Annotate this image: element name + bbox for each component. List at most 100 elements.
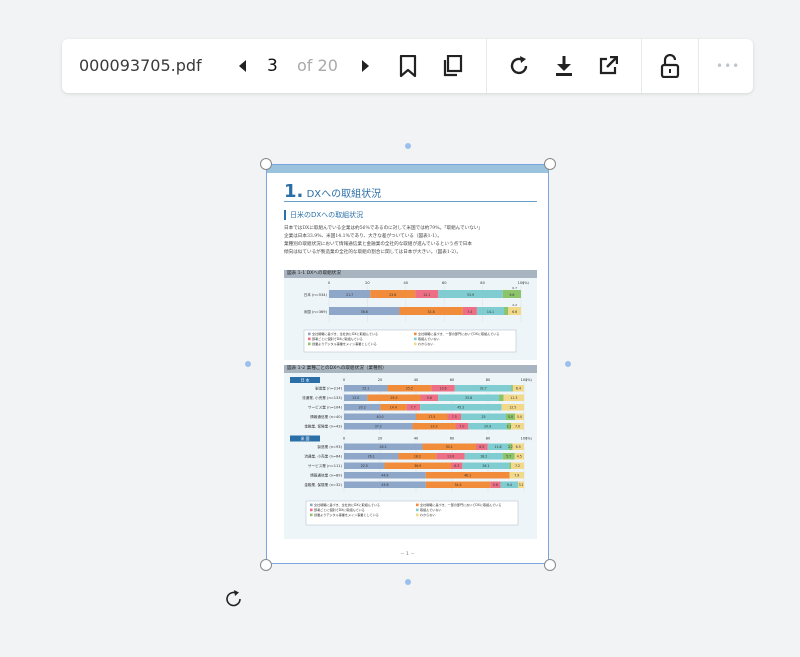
bar-value-label: 7.4	[467, 310, 472, 314]
tick-label: 60	[450, 437, 455, 441]
bar-segment	[511, 385, 513, 392]
bar-value-label: 7.9	[514, 474, 519, 478]
chevron-left-icon	[239, 60, 246, 72]
resize-handle-bottom-left[interactable]	[260, 559, 272, 571]
chapter-heading: 1. DXへの取組状況	[284, 181, 381, 202]
row-label: 製造業 (n=214)	[315, 386, 342, 391]
bookmark-button[interactable]	[392, 50, 424, 82]
resize-handle-bottom-right[interactable]	[544, 559, 556, 571]
legend-swatch	[414, 342, 417, 346]
resize-handle-right[interactable]	[565, 361, 571, 367]
row-label: 情報通信業 (n=40)	[310, 414, 342, 419]
row-label: サービス業 (n=111)	[308, 463, 343, 468]
more-options-button[interactable]: •••	[716, 39, 740, 93]
legend-label: 全社戦略に基づき、一部の部門においてDXに取組んでいる	[420, 502, 501, 507]
bar-value-label: 9.4	[507, 483, 512, 487]
tick-label: 0	[343, 437, 346, 441]
rotate-handle[interactable]	[224, 589, 244, 609]
bar-value-label: 11.8	[494, 445, 501, 449]
bar-value-label: 14.4	[390, 406, 397, 410]
bar-value-label: 5.6	[493, 483, 498, 487]
page-total: of 20	[297, 56, 338, 75]
chevron-right-icon	[362, 60, 369, 72]
legend-label: 創業よりデジタル事業をメイン事業としている	[312, 341, 377, 346]
bar-value-label: 5.7	[506, 455, 511, 459]
legend-swatch	[308, 342, 311, 346]
resize-handle-top[interactable]	[405, 143, 411, 149]
bar-value-label: 2.3	[506, 425, 511, 429]
resize-handle-top-left[interactable]	[260, 158, 272, 170]
heading-rule	[284, 201, 537, 202]
bar-value-label: 18.2	[480, 455, 487, 459]
toolbar-separator	[698, 39, 699, 93]
section-title: 日米のDXへの取組状況	[284, 210, 363, 220]
next-page-button[interactable]	[349, 50, 381, 82]
download-button[interactable]	[548, 50, 580, 82]
bar-value-label: 20.9	[484, 425, 491, 429]
tick-label: 60	[442, 281, 447, 285]
legend-label: 部署ごとに個別でDXに取組んでいる	[314, 507, 365, 512]
group-header-label: 日 本	[301, 377, 310, 382]
row-label: 金融業, 保険業 (n=32)	[304, 482, 342, 487]
legend-label: 全社戦略に基づき、一部の部門においてDXに取組んでいる	[418, 331, 499, 336]
bar-value-label: 26.1	[368, 455, 375, 459]
prev-page-button[interactable]	[227, 50, 259, 82]
unit-label: (%)	[526, 437, 533, 441]
legend-swatch	[416, 508, 419, 512]
bar-value-label: 44.1	[380, 445, 387, 449]
bar-value-label: 32.8	[428, 310, 435, 314]
bar-value-label: 25.2	[406, 387, 413, 391]
legend-label: 取組んでいない	[418, 336, 440, 341]
rotate-button[interactable]	[503, 50, 535, 82]
legend-label: 創業よりデジタル事業をメイン事業としている	[314, 512, 379, 517]
bar-value-label: 46.1	[464, 474, 471, 478]
open-external-button[interactable]	[592, 50, 624, 82]
bar-value-label: 5.0	[517, 415, 522, 419]
tick-label: 40	[404, 281, 409, 285]
legend-swatch	[414, 332, 417, 336]
copy-pages-icon	[443, 55, 463, 77]
row-label: 金融業, 保険業 (n=43)	[304, 424, 342, 429]
legend-swatch	[310, 508, 313, 512]
external-link-icon	[599, 56, 618, 75]
bar-value-label: 34.4	[454, 483, 461, 487]
tick-label: 0	[343, 378, 346, 382]
current-page-input[interactable]: 3	[267, 39, 278, 93]
figure-2-box: 日 本 0 20 40 60 80 100 (%) 製造業 (n=214) 25.1 25.2 13.…	[284, 373, 537, 539]
bar-note-label: 2.2	[512, 303, 517, 307]
bar-value-label: 33.8	[465, 396, 472, 400]
resize-handle-bottom[interactable]	[405, 579, 411, 585]
bar-value-label: 22.5	[361, 464, 368, 468]
bar-value-label: 43.8	[381, 483, 388, 487]
row-label: 日本 (n=534)	[304, 292, 328, 297]
bar-note-label: 0.7	[512, 286, 517, 290]
legend-swatch	[310, 503, 313, 507]
row-label: 流通業, 小売業 (n=133)	[302, 395, 343, 400]
tick-label: 80	[486, 437, 491, 441]
legend-swatch	[414, 337, 417, 341]
resize-handle-top-right[interactable]	[544, 158, 556, 170]
tick-label: 60	[450, 378, 455, 382]
bar-segment	[498, 394, 504, 401]
bar-value-label: 7.0	[459, 425, 464, 429]
rotate-icon	[510, 56, 528, 75]
unlock-icon	[660, 54, 680, 78]
toolbar-separator	[641, 39, 642, 93]
bar-value-label: 37.2	[375, 425, 382, 429]
bar-value-label: 26.1	[482, 464, 489, 468]
page-footer: － 1 －	[400, 552, 415, 557]
bar-value-label: 44.9	[381, 474, 388, 478]
legend-swatch	[310, 513, 313, 517]
legend-swatch	[308, 337, 311, 341]
bar-value-label: 21.7	[346, 293, 353, 297]
figure-1-title: 図表 1-1 DXへの取組状況	[284, 270, 537, 278]
bar-value-label: 11.3	[510, 396, 517, 400]
pdf-page[interactable]: 1. DXへの取組状況 日米のDXへの取組状況 日本ではDXに取組んでいる企業は…	[266, 164, 549, 564]
row-label: 製造業 (n=93)	[317, 444, 342, 449]
pages-view-button[interactable]	[436, 50, 468, 82]
bar-value-label: 7.7	[411, 406, 416, 410]
unit-label: (%)	[523, 281, 530, 285]
resize-handle-left[interactable]	[245, 361, 251, 367]
unlock-button[interactable]	[654, 50, 686, 82]
bar-value-label: 13.0	[352, 396, 359, 400]
